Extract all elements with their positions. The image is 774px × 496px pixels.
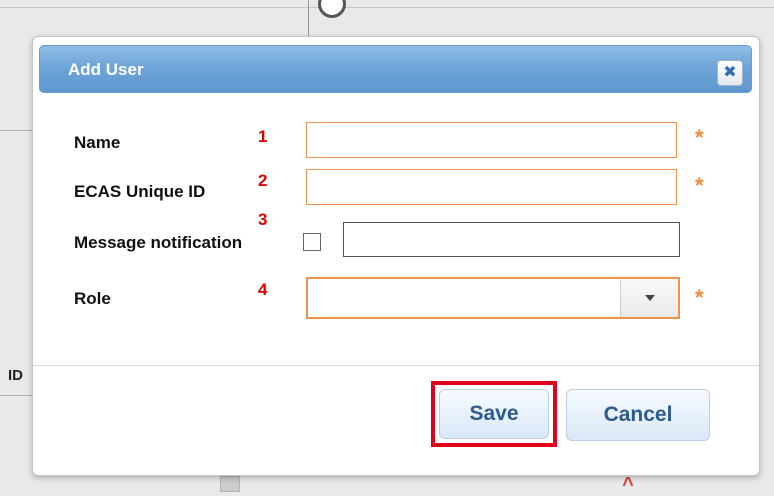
annotation-marker-1: 1: [258, 127, 268, 146]
message-notification-label: Message notification: [74, 233, 243, 252]
ecas-id-label: ECAS Unique ID: [74, 182, 206, 201]
name-label: Name: [74, 133, 121, 152]
required-star-icon: *: [695, 173, 704, 198]
dialog-title: Add User: [68, 60, 144, 79]
background-column-header: ID: [8, 367, 23, 384]
background-checkbox-icon: [220, 476, 240, 492]
background-circle-icon: [318, 0, 346, 18]
message-notification-input[interactable]: [343, 222, 680, 257]
close-button[interactable]: ✖: [717, 60, 743, 86]
role-dropdown-toggle[interactable]: [620, 279, 678, 317]
ecas-id-input[interactable]: [306, 169, 677, 205]
dialog-titlebar: Add User ✖: [39, 45, 752, 93]
background-row-line: [0, 130, 32, 131]
background-divider: [308, 0, 309, 40]
background-border: [0, 7, 774, 8]
annotation-marker-4: 4: [258, 280, 268, 299]
annotation-marker-3: 3: [258, 210, 268, 229]
message-notification-checkbox[interactable]: [303, 233, 321, 251]
save-button[interactable]: Save: [439, 389, 549, 439]
annotation-marker-2: 2: [258, 171, 268, 190]
name-input[interactable]: [306, 122, 677, 158]
required-star-icon: *: [695, 285, 704, 310]
background-row-line: [0, 395, 32, 396]
role-label: Role: [74, 289, 111, 308]
chevron-down-icon: [644, 295, 655, 301]
close-icon: ✖: [723, 64, 737, 81]
required-star-icon: *: [695, 125, 704, 150]
dialog-footer-divider: [33, 365, 759, 366]
role-select[interactable]: [306, 277, 680, 319]
cancel-button[interactable]: Cancel: [566, 389, 710, 441]
chevron-up-icon: ^: [622, 474, 634, 496]
add-user-dialog: Add User ✖ Name 1 * ECAS Unique ID 2 * M…: [32, 36, 760, 476]
